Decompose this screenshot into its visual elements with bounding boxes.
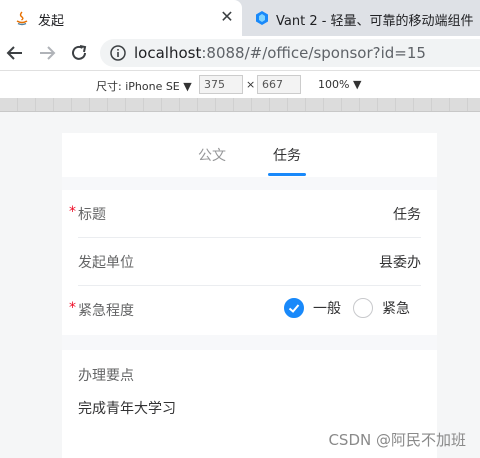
tab-renwu[interactable]: 任务: [273, 145, 301, 165]
points-field[interactable]: 完成青年大学习: [78, 398, 176, 418]
required-mark: *: [69, 204, 76, 220]
device-select[interactable]: 尺寸: iPhone SE ▼: [96, 78, 192, 94]
app-tabs: 公文 任务: [62, 133, 437, 177]
radio-unchecked-icon[interactable]: [353, 298, 373, 318]
tab-close-icon[interactable]: ✕: [218, 8, 236, 26]
unit-cell[interactable]: 发起单位 县委办: [62, 238, 437, 286]
times-sign: ×: [246, 78, 256, 91]
radio-normal[interactable]: 一般: [284, 298, 341, 318]
device-toolbar: 尺寸: iPhone SE ▼ 375 × 667 100% ▼: [0, 70, 480, 98]
url-path: :8088/#/office/sponsor?id=15: [201, 44, 426, 62]
device-label: 尺寸: iPhone SE: [96, 80, 180, 93]
unit-label: 发起单位: [78, 255, 134, 271]
address-bar-row: localhost:8088/#/office/sponsor?id=15: [0, 36, 480, 70]
url-text: localhost:8088/#/office/sponsor?id=15: [134, 44, 426, 62]
viewport-width-input[interactable]: 375: [199, 75, 243, 94]
radio-normal-label: 一般: [313, 301, 341, 317]
points-label: 办理要点: [78, 368, 134, 384]
browser-tab-active[interactable]: 发起 ✕: [0, 0, 242, 36]
viewport-height-input[interactable]: 667: [257, 75, 301, 94]
browser-tab-title: Vant 2 - 轻量、可靠的移动端组件: [276, 14, 474, 29]
browser-tab-title: 发起: [38, 14, 65, 29]
vant-favicon-icon: [256, 11, 268, 25]
url-host: localhost: [134, 44, 202, 62]
urgency-label: 紧急程度: [78, 303, 134, 319]
reload-icon[interactable]: [68, 42, 90, 64]
radio-checked-icon[interactable]: [284, 298, 304, 318]
radio-urgent[interactable]: 紧急: [353, 298, 410, 318]
unit-field[interactable]: 县委办: [379, 252, 421, 272]
browser-tab-strip: 发起 ✕ Vant 2 - 轻量、可靠的移动端组件: [0, 0, 480, 36]
urgency-cell: * 紧急程度 一般 紧急: [62, 286, 437, 334]
tab-active-indicator: [268, 173, 306, 176]
emulated-viewport: 公文 任务 * 标题 任务 发起单位 县委办 * 紧急程度 一般 紧急 办理要点…: [0, 113, 480, 458]
watermark: CSDN @阿民不加班: [328, 431, 466, 449]
tab-gongwen[interactable]: 公文: [198, 145, 226, 165]
devtools-ruler: [0, 98, 480, 112]
title-label: 标题: [78, 207, 106, 223]
radio-urgent-label: 紧急: [382, 301, 410, 317]
url-input[interactable]: localhost:8088/#/office/sponsor?id=15: [100, 39, 480, 67]
java-favicon-icon: [16, 11, 28, 26]
phone-screen: 公文 任务 * 标题 任务 发起单位 县委办 * 紧急程度 一般 紧急 办理要点…: [62, 133, 437, 458]
form-group-main: * 标题 任务 发起单位 县委办 * 紧急程度 一般 紧急: [62, 190, 437, 335]
required-mark: *: [69, 300, 76, 316]
title-field[interactable]: 任务: [393, 204, 421, 224]
forward-arrow-icon[interactable]: [36, 42, 58, 64]
zoom-label: 100%: [318, 78, 350, 91]
browser-tab-inactive[interactable]: Vant 2 - 轻量、可靠的移动端组件: [242, 0, 480, 36]
zoom-select[interactable]: 100% ▼: [318, 78, 361, 91]
back-arrow-icon[interactable]: [4, 42, 26, 64]
title-cell[interactable]: * 标题 任务: [62, 190, 437, 238]
info-icon[interactable]: [110, 45, 126, 61]
